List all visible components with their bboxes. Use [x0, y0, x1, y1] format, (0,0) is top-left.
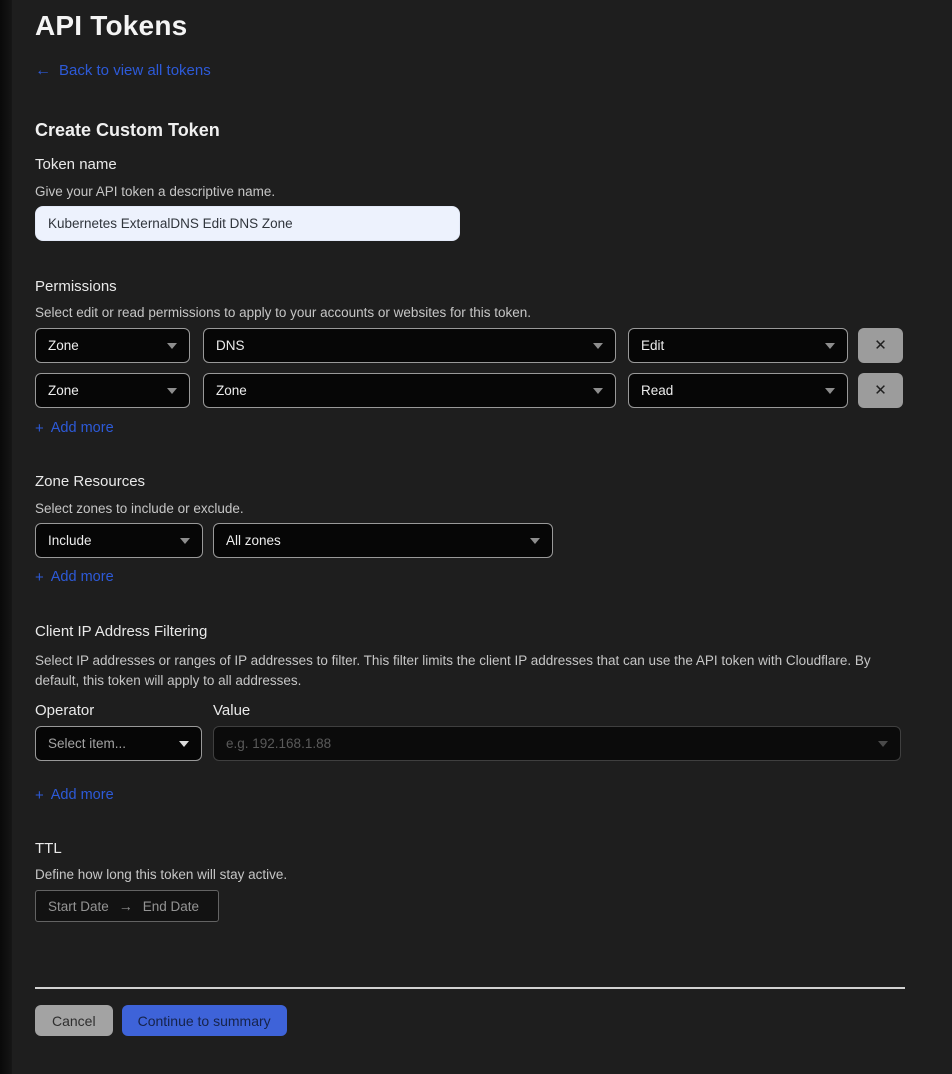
- api-tokens-page: API Tokens ← Back to view all tokens Cre…: [0, 0, 952, 1036]
- zone-include-select[interactable]: Include: [35, 523, 203, 558]
- operator-label: Operator: [35, 703, 213, 718]
- ttl-label: TTL: [35, 841, 908, 856]
- permission-scope-value: Zone: [48, 383, 79, 398]
- ip-operator-placeholder: Select item...: [48, 736, 126, 751]
- client-ip-field-labels: Operator Value: [35, 703, 908, 718]
- permission-access-value: Read: [641, 383, 673, 398]
- back-to-tokens-link[interactable]: ← Back to view all tokens: [35, 63, 211, 79]
- chevron-down-icon: [167, 388, 177, 394]
- token-name-input[interactable]: [35, 206, 460, 241]
- end-date-placeholder: End Date: [143, 899, 199, 914]
- remove-permission-button[interactable]: ✕: [858, 328, 903, 363]
- permission-access-select[interactable]: Read: [628, 373, 848, 408]
- chevron-down-icon: [825, 343, 835, 349]
- zone-resources-add-more-link[interactable]: + Add more: [35, 570, 114, 585]
- permission-access-value: Edit: [641, 338, 664, 353]
- close-icon: ✕: [874, 382, 887, 399]
- permission-resource-value: Zone: [216, 383, 247, 398]
- continue-to-summary-button[interactable]: Continue to summary: [122, 1005, 287, 1036]
- ip-operator-select[interactable]: Select item...: [35, 726, 202, 761]
- ttl-date-range-picker[interactable]: Start Date → End Date: [35, 890, 219, 922]
- client-ip-add-more-link[interactable]: + Add more: [35, 788, 114, 803]
- permission-resource-select[interactable]: DNS: [203, 328, 616, 363]
- chevron-down-icon: [179, 741, 189, 747]
- add-more-label: Add more: [51, 421, 114, 436]
- back-arrow-icon: ←: [35, 63, 51, 79]
- permission-resource-select[interactable]: Zone: [203, 373, 616, 408]
- permission-scope-select[interactable]: Zone: [35, 373, 190, 408]
- footer-actions: Cancel Continue to summary: [35, 1005, 908, 1036]
- zone-resources-description: Select zones to include or exclude.: [35, 502, 908, 516]
- permission-row: Zone DNS Edit ✕: [35, 328, 908, 363]
- permission-resource-value: DNS: [216, 338, 245, 353]
- back-link-label: Back to view all tokens: [59, 63, 211, 79]
- plus-icon: +: [35, 421, 44, 436]
- client-ip-description: Select IP addresses or ranges of IP addr…: [35, 651, 908, 691]
- permission-row: Zone Zone Read ✕: [35, 373, 908, 408]
- ttl-description: Define how long this token will stay act…: [35, 868, 908, 882]
- add-more-label: Add more: [51, 788, 114, 803]
- permission-scope-select[interactable]: Zone: [35, 328, 190, 363]
- zone-scope-select[interactable]: All zones: [213, 523, 553, 558]
- plus-icon: +: [35, 570, 44, 585]
- client-ip-description-line: Select IP addresses or ranges of IP addr…: [35, 651, 908, 671]
- chevron-down-icon: [825, 388, 835, 394]
- permissions-description: Select edit or read permissions to apply…: [35, 306, 908, 320]
- ip-value-select[interactable]: e.g. 192.168.1.88: [213, 726, 901, 761]
- add-more-label: Add more: [51, 570, 114, 585]
- arrow-right-icon: →: [119, 898, 133, 914]
- ip-value-placeholder: e.g. 192.168.1.88: [226, 736, 331, 751]
- chevron-down-icon: [180, 538, 190, 544]
- close-icon: ✕: [874, 337, 887, 354]
- client-ip-label: Client IP Address Filtering: [35, 624, 908, 639]
- zone-scope-value: All zones: [226, 533, 281, 548]
- cancel-button[interactable]: Cancel: [35, 1005, 113, 1036]
- start-date-placeholder: Start Date: [48, 899, 109, 914]
- chevron-down-icon: [878, 741, 888, 747]
- token-name-description: Give your API token a descriptive name.: [35, 185, 908, 199]
- permissions-label: Permissions: [35, 279, 908, 294]
- zone-resources-row: Include All zones: [35, 523, 908, 558]
- zone-include-value: Include: [48, 533, 92, 548]
- permission-access-select[interactable]: Edit: [628, 328, 848, 363]
- page-title: API Tokens: [35, 6, 908, 46]
- client-ip-description-line: default, this token will apply to all ad…: [35, 671, 908, 691]
- chevron-down-icon: [593, 388, 603, 394]
- permissions-add-more-link[interactable]: + Add more: [35, 421, 114, 436]
- value-label: Value: [213, 703, 250, 718]
- permission-scope-value: Zone: [48, 338, 79, 353]
- token-name-label: Token name: [35, 157, 908, 172]
- plus-icon: +: [35, 788, 44, 803]
- chevron-down-icon: [530, 538, 540, 544]
- footer-divider: [35, 987, 905, 989]
- remove-permission-button[interactable]: ✕: [858, 373, 903, 408]
- chevron-down-icon: [167, 343, 177, 349]
- chevron-down-icon: [593, 343, 603, 349]
- client-ip-row: Select item... e.g. 192.168.1.88: [35, 726, 908, 761]
- form-title: Create Custom Token: [35, 121, 908, 140]
- zone-resources-label: Zone Resources: [35, 474, 908, 489]
